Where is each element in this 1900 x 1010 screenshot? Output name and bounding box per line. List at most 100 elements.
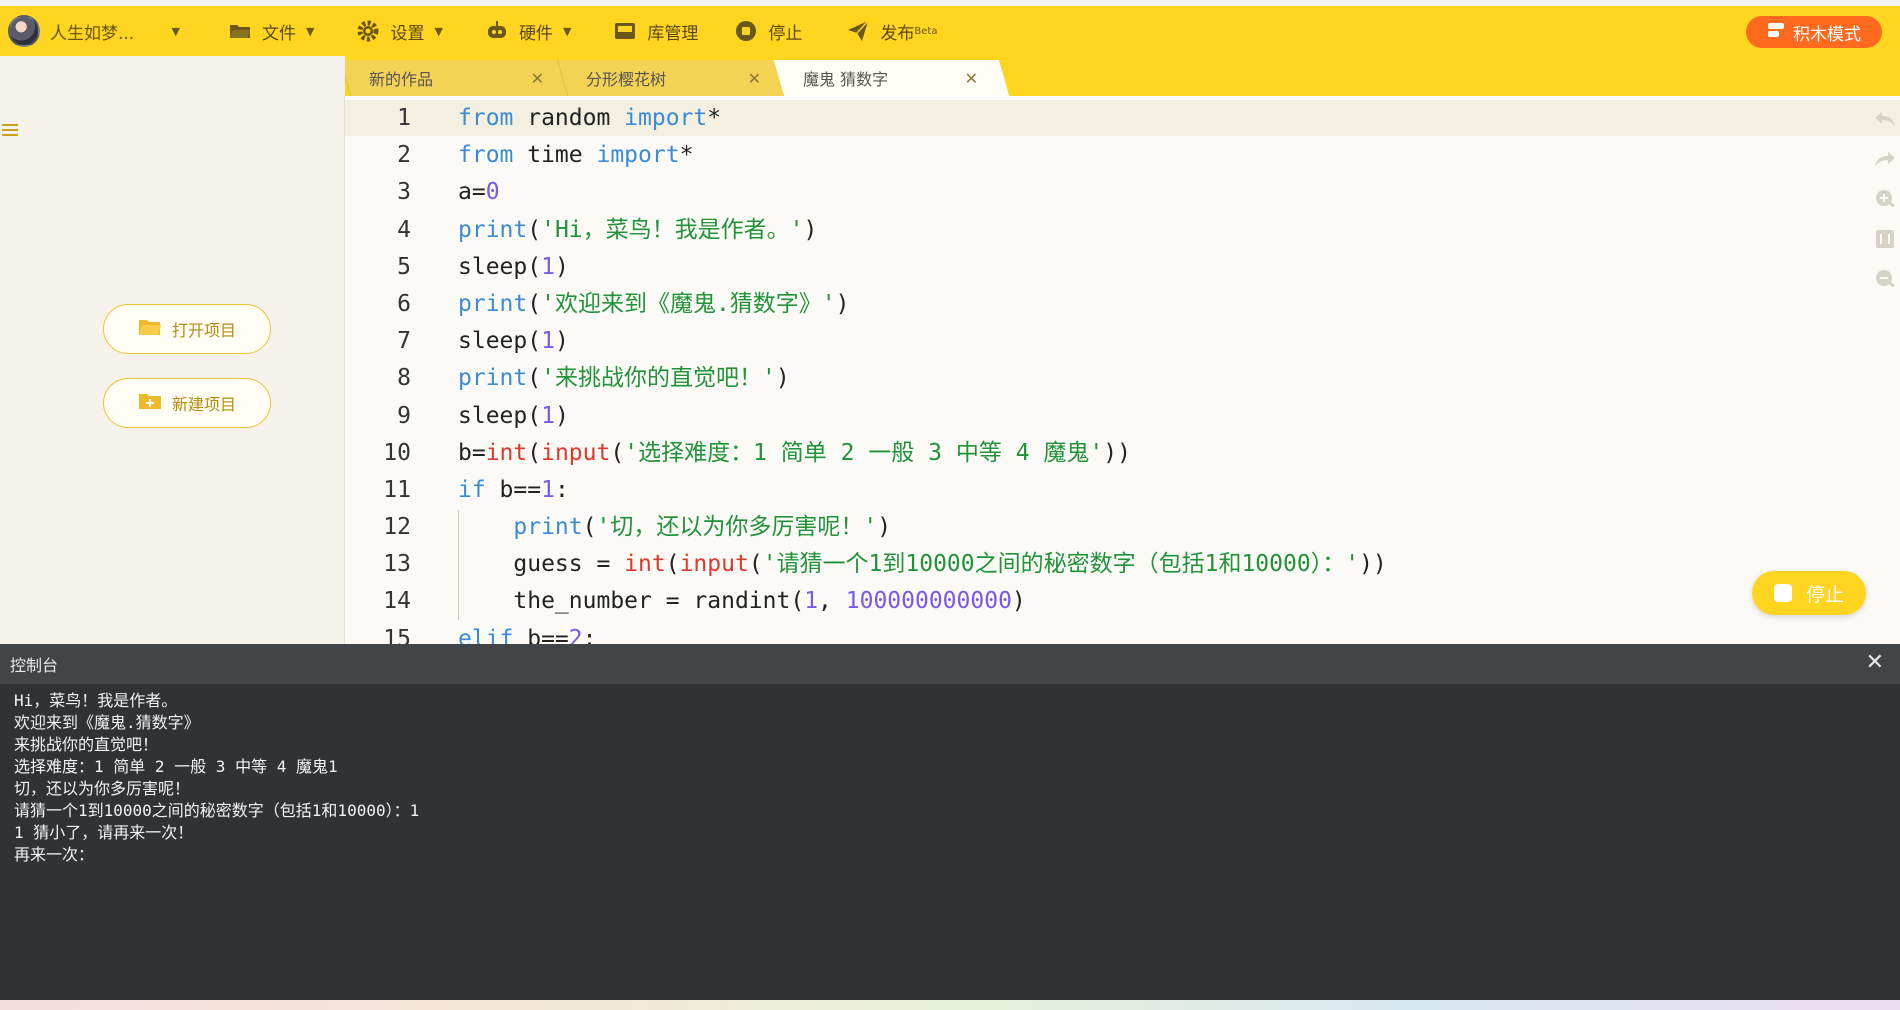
hardware-menu[interactable]: 硬件 ▼ <box>485 6 571 56</box>
library-menu[interactable]: 库管理 <box>613 6 698 56</box>
new-project-button[interactable]: 新建项目 <box>103 378 271 428</box>
code-line: elif b==2: <box>458 625 597 644</box>
taskbar-strip <box>0 1000 1900 1010</box>
line-number: 1 <box>397 105 411 131</box>
close-icon[interactable]: ✕ <box>965 69 978 88</box>
top-bar: 人生如梦... ▼ 文件 ▼ 设置 ▼ 硬件 ▼ 库管理 停止 发布 Beta … <box>0 6 1900 56</box>
tab-fractal-tree[interactable]: 分形樱花树 ✕ <box>562 60 787 96</box>
line-number: 7 <box>397 328 411 355</box>
editor-tabs: 新的作品 ✕ 分形樱花树 ✕ 魔鬼 猜数字 ✕ <box>345 56 996 96</box>
project-sidebar: ·当前没有打开的项目· 打开项目 新建项目 <box>0 56 345 644</box>
code-line: print('来挑战你的直觉吧！') <box>458 365 790 392</box>
tab-guess-number[interactable]: 魔鬼 猜数字 ✕ <box>779 60 1004 96</box>
chevron-down-icon: ▼ <box>171 24 180 38</box>
zoom-out-icon[interactable] <box>1874 268 1896 290</box>
console-header: 控制台 ✕ <box>0 644 1900 684</box>
code-line: print('切，还以为你多厉害呢！') <box>513 514 892 541</box>
format-icon[interactable] <box>1874 228 1896 250</box>
close-icon[interactable]: ✕ <box>1866 650 1884 675</box>
user-menu[interactable]: 人生如梦... ▼ <box>50 19 192 44</box>
line-number: 9 <box>397 402 411 429</box>
hardware-menu-label: 硬件 <box>518 23 553 44</box>
sidebar-toggle-icon[interactable] <box>0 120 22 142</box>
line-number-gutter: 1 2 3 4 5 6 7 8 9 10 11 12 13 14 15 <box>345 100 435 644</box>
code-line: the_number = randint(1, 100000000000) <box>458 588 1026 615</box>
line-number: 11 <box>383 476 411 503</box>
paper-plane-icon <box>846 19 870 43</box>
console-line: 选择难度：1 简单 2 一般 3 中等 4 魔鬼1 <box>14 757 338 776</box>
library-menu-label: 库管理 <box>647 23 699 44</box>
console-line: 再来一次： <box>14 845 95 864</box>
open-project-label: 打开项目 <box>171 321 236 340</box>
blocks-mode-label: 积木模式 <box>1793 24 1861 45</box>
line-number: 6 <box>397 290 411 317</box>
code-content[interactable]: from random import* from time import* a=… <box>458 100 1387 644</box>
line-number: 5 <box>397 253 411 280</box>
settings-menu-label: 设置 <box>390 23 425 44</box>
line-number: 2 <box>397 142 411 169</box>
gear-icon <box>356 19 380 43</box>
code-line: sleep(1) <box>458 253 569 280</box>
tab-label: 魔鬼 猜数字 <box>803 70 889 89</box>
editor-toolbar <box>1870 96 1900 308</box>
tab-new-work[interactable]: 新的作品 ✕ <box>345 60 570 96</box>
stop-square-icon <box>1773 584 1792 602</box>
tab-label: 新的作品 <box>369 70 434 89</box>
console-output[interactable]: Hi，菜鸟！我是作者。 欢迎来到《魔鬼.猜数字》 来挑战你的直觉吧！ 选择难度：… <box>0 684 1900 1000</box>
code-line: b=int(input('选择难度：1 简单 2 一般 3 中等 4 魔鬼')) <box>458 439 1131 466</box>
line-number: 3 <box>397 179 411 206</box>
blocks-mode-button[interactable]: 积木模式 <box>1746 16 1882 48</box>
folder-icon <box>228 19 252 43</box>
code-line: if b==1: <box>458 476 569 503</box>
code-line: print('Hi，菜鸟！我是作者。') <box>458 216 818 243</box>
console-title: 控制台 <box>10 656 59 675</box>
console-line: 请猜一个1到10000之间的秘密数字（包括1和10000）：1 <box>14 801 420 820</box>
stop-menu[interactable]: 停止 <box>734 6 802 56</box>
file-menu-label: 文件 <box>262 23 296 44</box>
tab-label: 分形樱花树 <box>586 70 667 89</box>
redo-icon[interactable] <box>1874 148 1896 170</box>
open-project-button[interactable]: 打开项目 <box>103 304 271 354</box>
chevron-down-icon: ▼ <box>306 24 315 38</box>
close-icon[interactable]: ✕ <box>748 69 761 88</box>
undo-icon[interactable] <box>1874 108 1896 130</box>
code-line: sleep(1) <box>458 328 569 355</box>
close-icon[interactable]: ✕ <box>531 69 544 88</box>
chevron-down-icon: ▼ <box>434 24 443 38</box>
folder-add-icon <box>138 391 162 415</box>
code-line: guess = int(input('请猜一个1到10000之间的秘密数字（包括… <box>458 551 1387 578</box>
settings-menu[interactable]: 设置 ▼ <box>356 6 443 56</box>
stop-menu-label: 停止 <box>768 23 803 44</box>
line-number: 10 <box>383 439 411 466</box>
console-line: 欢迎来到《魔鬼.猜数字》 <box>14 713 200 732</box>
beta-badge: Beta <box>914 25 938 37</box>
code-line: from random import* <box>458 105 722 131</box>
stop-run-label: 停止 <box>1805 583 1844 606</box>
folder-open-icon <box>138 317 162 341</box>
user-name: 人生如梦... <box>50 23 135 44</box>
new-project-label: 新建项目 <box>171 395 236 414</box>
console-line: 切，还以为你多厉害呢！ <box>14 779 191 798</box>
line-number: 8 <box>397 365 411 392</box>
console-line: 1 猜小了，请再来一次！ <box>14 823 194 842</box>
line-number: 12 <box>383 514 411 541</box>
blocks-icon <box>1767 22 1785 43</box>
publish-menu[interactable]: 发布 Beta <box>846 6 937 56</box>
chevron-down-icon: ▼ <box>562 24 572 38</box>
code-line: a=0 <box>458 179 500 206</box>
line-number: 13 <box>383 551 411 578</box>
console-line: 来挑战你的直觉吧！ <box>14 735 159 754</box>
library-icon <box>613 19 637 43</box>
code-line: from time import* <box>458 142 694 169</box>
publish-menu-label: 发布 <box>880 23 915 44</box>
avatar[interactable] <box>8 15 40 47</box>
stop-run-button[interactable]: 停止 <box>1752 571 1866 615</box>
file-menu[interactable]: 文件 ▼ <box>228 6 314 56</box>
line-number: 14 <box>383 588 411 615</box>
code-line: sleep(1) <box>458 402 569 429</box>
line-number: 15 <box>383 625 411 644</box>
code-editor[interactable]: 1 2 3 4 5 6 7 8 9 10 11 12 13 14 15 from random import… <box>345 96 1900 644</box>
zoom-in-icon[interactable] <box>1874 188 1896 210</box>
stop-icon <box>734 19 758 43</box>
line-number: 4 <box>397 216 411 243</box>
